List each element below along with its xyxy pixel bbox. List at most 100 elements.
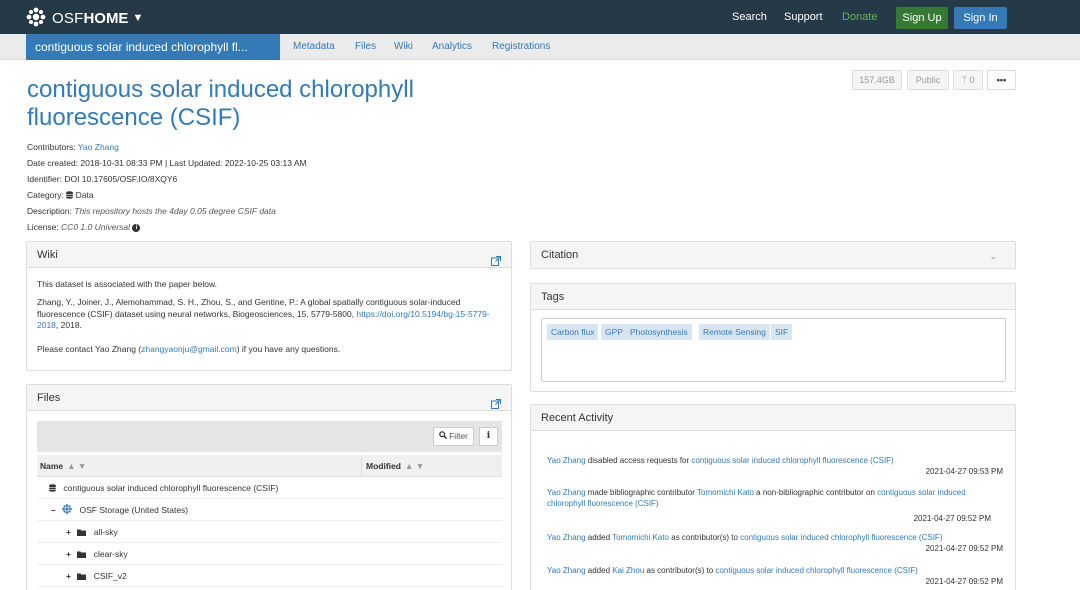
caret-down-icon[interactable]: ▼ bbox=[132, 12, 143, 24]
wiki-panel-title[interactable]: Wiki bbox=[37, 249, 58, 261]
contributor-link[interactable]: Yao Zhang bbox=[78, 142, 119, 152]
activity-user-link[interactable]: Yao Zhang bbox=[547, 566, 586, 575]
wiki-contact-text: Please contact Yao Zhang (zhangyaonju@gm… bbox=[37, 344, 497, 356]
category-line: Category: Data bbox=[27, 190, 94, 201]
storage-size-badge: 157.4GB bbox=[852, 70, 902, 90]
files-toolbar: Filter i bbox=[37, 421, 502, 452]
activity-user-link[interactable]: Yao Zhang bbox=[547, 456, 586, 465]
tab-analytics[interactable]: Analytics bbox=[432, 41, 472, 52]
activity-target-link[interactable]: Tomomichi Kato bbox=[612, 533, 669, 542]
recent-activity-header: Recent Activity bbox=[531, 405, 1015, 431]
contributors-line: Contributors: Yao Zhang bbox=[27, 142, 119, 152]
tag-item[interactable]: SIF bbox=[771, 324, 793, 340]
expand-toggle[interactable]: + bbox=[66, 527, 71, 537]
fork-button[interactable]: ᛉ 0 bbox=[953, 70, 983, 90]
description-line: Description: This repository hosts the 4… bbox=[27, 206, 276, 216]
external-link-icon[interactable] bbox=[491, 250, 501, 266]
brand-osf-text: OSF bbox=[52, 9, 84, 27]
column-header-name[interactable]: Name ▲ ▼ bbox=[40, 455, 86, 477]
file-row-folder[interactable]: + clear-sky bbox=[37, 543, 502, 565]
nav-donate-link[interactable]: Donate bbox=[842, 11, 877, 23]
activity-item: Yao Zhang added Kai Zhou as contributor(… bbox=[547, 565, 1007, 587]
description-label: Description: bbox=[27, 206, 72, 216]
collapse-toggle[interactable]: – bbox=[51, 505, 56, 515]
activity-user-link[interactable]: Yao Zhang bbox=[547, 533, 586, 542]
subnav-project-title[interactable]: contiguous solar induced chlorophyll fl.… bbox=[26, 34, 280, 60]
citation-panel[interactable]: Citation ⌄ bbox=[530, 241, 1016, 269]
tag-item[interactable]: Carbon flux bbox=[547, 324, 599, 340]
description-value: This repository hosts the 4day 0.05 degr… bbox=[74, 206, 276, 216]
brand-home-text: HOME bbox=[83, 9, 129, 27]
page-title: contiguous solar induced chlorophyll flu… bbox=[27, 76, 414, 131]
osf-home-brand[interactable]: OSF HOME ▼ bbox=[26, 7, 143, 28]
activity-text: disabled access requests for bbox=[585, 456, 692, 465]
activity-text: as contributor(s) to bbox=[669, 533, 741, 542]
activity-target-link[interactable]: Kai Zhou bbox=[612, 566, 644, 575]
sign-in-button[interactable]: Sign In bbox=[954, 7, 1007, 29]
file-row-osf-storage[interactable]: – OSF Storage (United States) bbox=[37, 499, 502, 521]
activity-date: 2021-04-27 09:52 PM bbox=[913, 514, 991, 523]
tags-box: Carbon flux GPP Photosynthesis Remote Se… bbox=[541, 318, 1006, 382]
file-row-folder[interactable]: + all-sky bbox=[37, 521, 502, 543]
files-panel-title[interactable]: Files bbox=[37, 392, 60, 404]
activity-user-link[interactable]: Yao Zhang bbox=[547, 488, 586, 497]
wiki-email-link[interactable]: zhangyaonju@gmail.com bbox=[141, 344, 237, 354]
file-row-label: all-sky bbox=[93, 527, 118, 537]
dates-line: Date created: 2018-10-31 08:33 PM | Last… bbox=[27, 158, 307, 168]
tab-metadata[interactable]: Metadata bbox=[293, 41, 335, 52]
filter-button[interactable]: Filter bbox=[432, 427, 474, 446]
visibility-badge: Public bbox=[907, 70, 949, 90]
file-row-label: CSIF_v2 bbox=[93, 571, 127, 581]
sort-arrows-icon[interactable]: ▲ ▼ bbox=[405, 461, 424, 471]
activity-date: 2021-04-27 09:53 PM bbox=[925, 467, 1003, 476]
chevron-down-icon[interactable]: ⌄ bbox=[989, 243, 997, 269]
tab-registrations[interactable]: Registrations bbox=[492, 41, 550, 52]
activity-text: added bbox=[585, 533, 613, 542]
activity-item: Yao Zhang made bibliographic contributor… bbox=[535, 487, 995, 524]
file-row-label: OSF Storage (United States) bbox=[79, 505, 189, 515]
filter-label: Filter bbox=[449, 431, 468, 441]
info-circle-icon[interactable]: i bbox=[132, 223, 141, 232]
folder-icon bbox=[77, 544, 87, 566]
more-options-button[interactable]: ••• bbox=[987, 70, 1016, 90]
tab-files[interactable]: Files bbox=[355, 41, 376, 52]
activity-date: 2021-04-27 09:52 PM bbox=[925, 577, 1003, 586]
external-link-icon[interactable] bbox=[491, 393, 501, 409]
citation-panel-header[interactable]: Citation ⌄ bbox=[531, 242, 1015, 268]
recent-activity-title: Recent Activity bbox=[541, 412, 614, 424]
expand-toggle[interactable]: + bbox=[66, 571, 71, 581]
column-divider bbox=[361, 455, 362, 477]
column-header-modified[interactable]: Modified ▲ ▼ bbox=[366, 455, 424, 477]
activity-target-link[interactable]: contiguous solar induced chlorophyll flu… bbox=[715, 566, 917, 575]
tag-item[interactable]: Remote Sensing bbox=[699, 324, 770, 340]
database-icon bbox=[49, 478, 56, 500]
sort-arrows-icon[interactable]: ▲ ▼ bbox=[67, 461, 86, 471]
column-modified-label: Modified bbox=[366, 461, 401, 471]
category-value: Data bbox=[75, 190, 94, 200]
nav-search-link[interactable]: Search bbox=[732, 11, 767, 23]
file-row-label: contiguous solar induced chlorophyll flu… bbox=[63, 483, 279, 493]
column-name-label: Name bbox=[40, 461, 64, 471]
info-button[interactable]: i bbox=[479, 427, 498, 446]
tag-item[interactable]: GPP bbox=[601, 324, 627, 340]
tag-item[interactable]: Photosynthesis bbox=[626, 324, 692, 340]
identifier-line: Identifier: DOI 10.17605/OSF.IO/8XQY6 bbox=[27, 174, 178, 184]
wiki-intro-text: This dataset is associated with the pape… bbox=[37, 279, 218, 289]
activity-target-link[interactable]: contiguous solar induced chlorophyll flu… bbox=[691, 456, 893, 465]
folder-icon bbox=[77, 522, 87, 544]
sign-up-button[interactable]: Sign Up bbox=[896, 7, 948, 29]
nav-support-link[interactable]: Support bbox=[784, 11, 823, 23]
license-line: License: CC0 1.0 Universal i bbox=[27, 222, 141, 232]
license-value[interactable]: CC0 1.0 Universal bbox=[61, 222, 130, 232]
osf-storage-icon bbox=[62, 500, 72, 522]
file-row-folder[interactable]: + CSIF_v2 bbox=[37, 565, 502, 587]
activity-target-link[interactable]: Tomomichi Kato bbox=[697, 488, 754, 497]
tab-wiki[interactable]: Wiki bbox=[394, 41, 413, 52]
file-row-project[interactable]: contiguous solar induced chlorophyll flu… bbox=[37, 477, 502, 499]
activity-target-link[interactable]: contiguous solar induced chlorophyll flu… bbox=[740, 533, 942, 542]
activity-item: Yao Zhang disabled access requests for c… bbox=[547, 455, 1007, 477]
files-panel: Files Filter i Name ▲ ▼ Modified ▲ ▼ conti… bbox=[26, 384, 512, 590]
expand-toggle[interactable]: + bbox=[66, 549, 71, 559]
fork-count: 0 bbox=[969, 75, 975, 85]
top-navbar: OSF HOME ▼ Search Support Donate Sign Up … bbox=[0, 0, 1080, 34]
